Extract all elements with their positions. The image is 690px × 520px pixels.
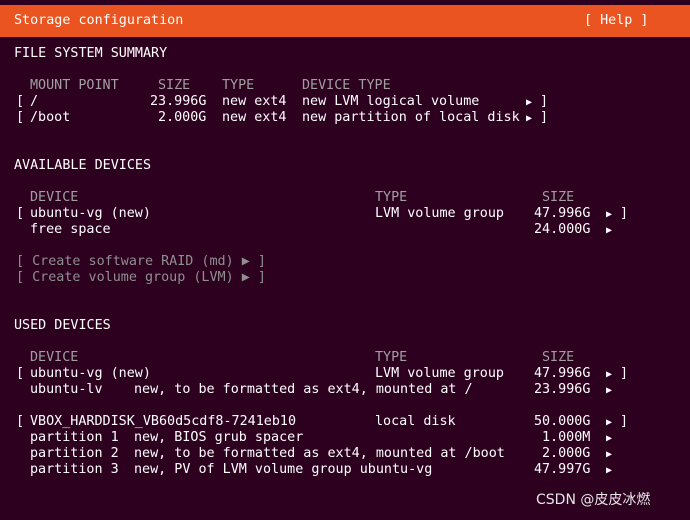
row-bracket-open: [ bbox=[16, 414, 25, 429]
mount-point: /boot bbox=[30, 110, 71, 125]
used-devices-heading: USED DEVICES bbox=[14, 318, 111, 333]
row-bracket-close: ] bbox=[540, 94, 549, 109]
fs-type: new ext4 bbox=[222, 110, 287, 125]
arrow-right-icon[interactable]: ▶ bbox=[606, 367, 612, 383]
device-description: new, to be formatted as ext4, mounted at… bbox=[134, 446, 505, 461]
watermark: CSDN @皮皮冰燃 bbox=[536, 492, 651, 508]
arrow-right-icon[interactable]: ▶ bbox=[606, 223, 612, 239]
fs-type: new ext4 bbox=[222, 94, 287, 109]
device-name: partition 1 bbox=[30, 430, 119, 445]
device-type: local disk bbox=[375, 414, 456, 429]
fs-summary-heading: FILE SYSTEM SUMMARY bbox=[14, 46, 168, 61]
device-type: LVM volume group bbox=[375, 366, 504, 381]
device-description: new, to be formatted as ext4, mounted at… bbox=[134, 382, 473, 397]
size: 2.000G bbox=[542, 446, 591, 461]
size: 47.996G bbox=[534, 366, 591, 381]
col-device: DEVICE bbox=[30, 190, 79, 205]
col-type: TYPE bbox=[375, 190, 408, 205]
page-title: Storage configuration bbox=[14, 13, 184, 28]
device-description: new, PV of LVM volume group ubuntu-vg bbox=[134, 462, 433, 477]
row-bracket-close: ] bbox=[620, 366, 629, 381]
size: 47.996G bbox=[534, 206, 591, 221]
row-bracket-open: [ bbox=[16, 366, 25, 381]
device-type: new partition of local disk bbox=[302, 110, 520, 125]
row-bracket-open: [ bbox=[16, 94, 25, 109]
device-name: VBOX_HARDDISK_VB60d5cdf8-7241eb10 bbox=[30, 414, 297, 429]
col-type: TYPE bbox=[375, 350, 408, 365]
row-bracket-close: ] bbox=[620, 206, 629, 221]
size: 50.000G bbox=[534, 414, 591, 429]
device-name: ubuntu-vg (new) bbox=[30, 366, 151, 381]
create-volume-group-button[interactable]: [ Create volume group (LVM) ▶ ] bbox=[16, 270, 266, 286]
col-size: SIZE bbox=[542, 350, 575, 365]
help-button[interactable]: [ Help ] bbox=[584, 13, 649, 29]
arrow-right-icon[interactable]: ▶ bbox=[526, 111, 532, 127]
col-device: DEVICE bbox=[30, 350, 79, 365]
device-name: ubuntu-vg (new) bbox=[30, 206, 151, 221]
available-devices-heading: AVAILABLE DEVICES bbox=[14, 158, 152, 173]
device-name: free space bbox=[30, 222, 111, 237]
device-type: new LVM logical volume bbox=[302, 94, 480, 109]
col-size: SIZE bbox=[542, 190, 575, 205]
size: 2.000G bbox=[158, 110, 207, 125]
arrow-right-icon[interactable]: ▶ bbox=[526, 95, 532, 111]
size: 47.997G bbox=[534, 462, 591, 477]
arrow-right-icon[interactable]: ▶ bbox=[606, 463, 612, 479]
device-name: partition 2 bbox=[30, 446, 119, 461]
col-size: SIZE bbox=[158, 78, 191, 93]
row-bracket-open: [ bbox=[16, 206, 25, 221]
title-bar: Storage configuration [ Help ] bbox=[0, 5, 690, 37]
row-bracket-close: ] bbox=[540, 110, 549, 125]
size: 23.996G bbox=[534, 382, 591, 397]
arrow-right-icon[interactable]: ▶ bbox=[606, 447, 612, 463]
arrow-right-icon[interactable]: ▶ bbox=[606, 207, 612, 223]
size: 23.996G bbox=[150, 94, 207, 109]
col-type: TYPE bbox=[222, 78, 255, 93]
arrow-right-icon[interactable]: ▶ bbox=[606, 383, 612, 399]
row-bracket-open: [ bbox=[16, 110, 25, 125]
mount-point: / bbox=[30, 94, 39, 109]
col-device-type: DEVICE TYPE bbox=[302, 78, 391, 93]
device-name: partition 3 bbox=[30, 462, 119, 477]
arrow-right-icon[interactable]: ▶ bbox=[606, 431, 612, 447]
size: 24.000G bbox=[534, 222, 591, 237]
size: 1.000M bbox=[542, 430, 591, 445]
arrow-right-icon[interactable]: ▶ bbox=[606, 415, 612, 431]
device-name: ubuntu-lv bbox=[30, 382, 103, 397]
create-raid-button[interactable]: [ Create software RAID (md) ▶ ] bbox=[16, 254, 266, 270]
device-type: LVM volume group bbox=[375, 206, 504, 221]
col-mount-point: MOUNT POINT bbox=[30, 78, 119, 93]
row-bracket-close: ] bbox=[620, 414, 629, 429]
device-description: new, BIOS grub spacer bbox=[134, 430, 304, 445]
